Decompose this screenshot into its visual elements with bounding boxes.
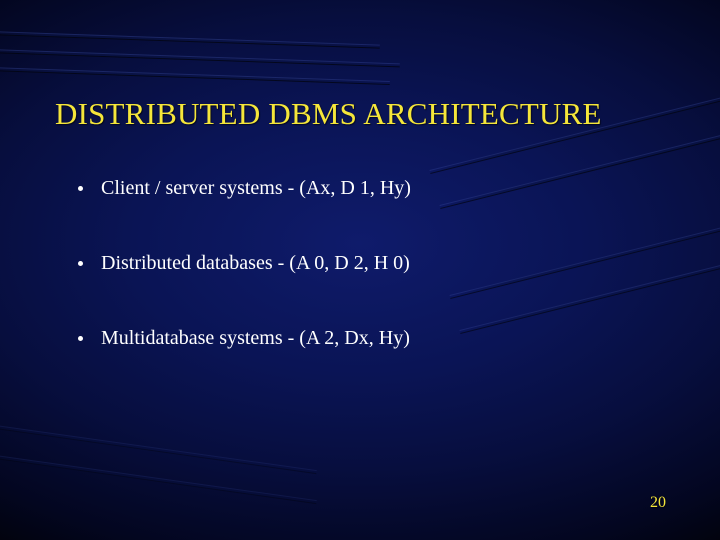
decorative-streak: [0, 450, 317, 504]
slide-body: Client / server systems - (Ax, D 1, Hy) …: [78, 176, 658, 401]
bullet-text: Client / server systems - (Ax, D 1, Hy): [101, 176, 658, 201]
bullet-item: Distributed databases - (A 0, D 2, H 0): [78, 251, 658, 276]
decorative-streak: [0, 30, 380, 49]
page-number: 20: [650, 494, 666, 512]
bullet-text: Multidatabase systems - (A 2, Dx, Hy): [101, 326, 658, 351]
decorative-streak: [0, 48, 400, 67]
slide-title: DISTRIBUTED DBMS ARCHITECTURE: [55, 96, 685, 132]
bullet-icon: [78, 261, 83, 266]
decorative-streak: [0, 66, 390, 85]
bullet-text: Distributed databases - (A 0, D 2, H 0): [101, 251, 658, 276]
slide: DISTRIBUTED DBMS ARCHITECTURE Client / s…: [0, 0, 720, 540]
bullet-item: Multidatabase systems - (A 2, Dx, Hy): [78, 326, 658, 351]
bullet-icon: [78, 186, 83, 191]
bullet-icon: [78, 336, 83, 341]
bullet-item: Client / server systems - (Ax, D 1, Hy): [78, 176, 658, 201]
decorative-streak: [0, 420, 317, 474]
